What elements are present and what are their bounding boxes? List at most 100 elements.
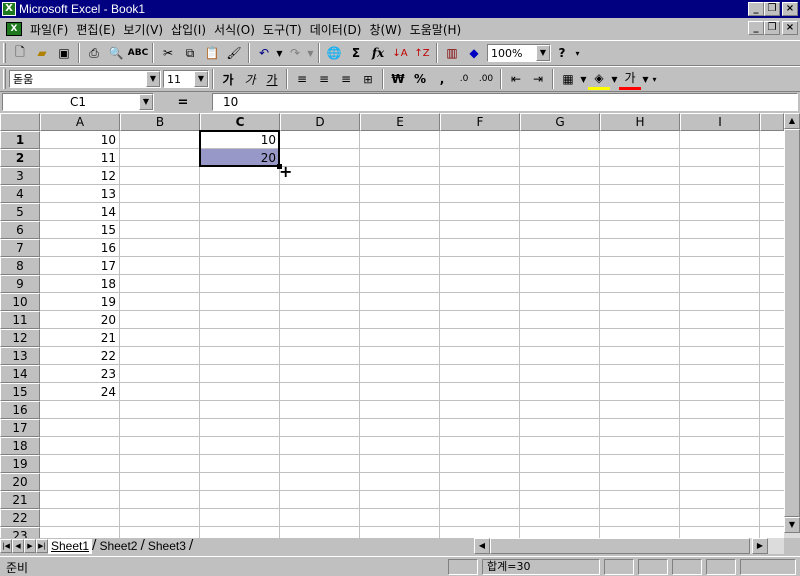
row-header-8[interactable]: 8 (0, 257, 40, 275)
menu-edit[interactable]: 편집(E) (72, 21, 119, 38)
row-header-18[interactable]: 18 (0, 437, 40, 455)
row-header-4[interactable]: 4 (0, 185, 40, 203)
cell-a13[interactable]: 22 (40, 347, 119, 365)
web-icon[interactable]: 🌐 (323, 42, 345, 64)
column-header-b[interactable]: B (120, 113, 200, 131)
help-icon[interactable]: ? (551, 42, 573, 64)
more-buttons-icon[interactable]: ▾ (650, 75, 659, 84)
underline-button[interactable]: 가 (261, 68, 283, 90)
row-header-12[interactable]: 12 (0, 329, 40, 347)
formula-input[interactable]: 10 (212, 93, 798, 111)
font-size-select[interactable]: 11 ▼ (163, 70, 209, 88)
font-name-select[interactable]: 돋움 ▼ (9, 70, 161, 88)
open-icon[interactable]: ▰ (31, 42, 53, 64)
align-center-icon[interactable]: ≡ (313, 68, 335, 90)
cell-a11[interactable]: 20 (40, 311, 119, 329)
row-header-16[interactable]: 16 (0, 401, 40, 419)
column-header-a[interactable]: A (40, 113, 120, 131)
chevron-down-icon[interactable]: ▼ (579, 75, 588, 84)
menu-format[interactable]: 서식(O) (210, 21, 259, 38)
function-icon[interactable]: fx (367, 42, 389, 64)
workbook-minimize-button[interactable]: _ (748, 21, 764, 35)
column-header-partial[interactable] (760, 113, 784, 131)
row-header-20[interactable]: 20 (0, 473, 40, 491)
cell-a15[interactable]: 24 (40, 383, 119, 401)
sheet-tab-3[interactable]: Sheet3 (145, 539, 189, 554)
row-header-22[interactable]: 22 (0, 509, 40, 527)
cell-a9[interactable]: 18 (40, 275, 119, 293)
cell-a12[interactable]: 21 (40, 329, 119, 347)
chevron-down-icon[interactable]: ▼ (146, 71, 160, 87)
workbook-close-button[interactable]: × (782, 21, 798, 35)
horizontal-scrollbar[interactable]: ◀ ▶ (474, 538, 784, 554)
worksheet-grid[interactable]: ABCDEFGHI 1 2 3 4 5 6 7 8 9 10 11 12 13 14 15 16 17 18 19 2… (0, 113, 784, 538)
scroll-right-icon[interactable]: ▶ (752, 538, 768, 554)
print-preview-icon[interactable]: 🔍 (105, 42, 127, 64)
row-header-5[interactable]: 5 (0, 203, 40, 221)
spelling-icon[interactable]: ABC (127, 42, 149, 64)
new-icon[interactable]: 🗋 (9, 42, 31, 64)
chevron-down-icon[interactable]: ▼ (610, 75, 619, 84)
column-header-g[interactable]: G (520, 113, 600, 131)
font-color-button[interactable]: 가 (619, 68, 641, 90)
zoom-select[interactable]: 100% ▼ (487, 44, 551, 62)
chevron-down-icon[interactable]: ▾ (573, 49, 582, 58)
map-icon[interactable]: ◆ (463, 42, 485, 64)
close-button[interactable]: × (782, 2, 798, 16)
undo-icon[interactable]: ↶ (253, 42, 275, 64)
chevron-down-icon[interactable]: ▼ (194, 71, 208, 87)
autosum-icon[interactable]: Σ (345, 42, 367, 64)
row-header-14[interactable]: 14 (0, 365, 40, 383)
chevron-down-icon[interactable]: ▼ (536, 45, 550, 61)
chart-wizard-icon[interactable]: ▥ (441, 42, 463, 64)
vertical-scrollbar[interactable]: ▲ ▼ (784, 113, 800, 538)
chevron-down-icon[interactable]: ▼ (641, 75, 650, 84)
row-header-10[interactable]: 10 (0, 293, 40, 311)
menu-insert[interactable]: 삽입(I) (167, 21, 210, 38)
toolbar-grip[interactable] (3, 43, 6, 63)
sheet-tab-1[interactable]: Sheet1 (48, 538, 93, 554)
chevron-down-icon[interactable]: ▼ (275, 49, 284, 58)
scroll-down-icon[interactable]: ▼ (784, 517, 800, 533)
workbook-restore-button[interactable]: ❐ (764, 21, 780, 35)
bold-button[interactable]: 가 (217, 68, 239, 90)
row-header-13[interactable]: 13 (0, 347, 40, 365)
column-header-e[interactable]: E (360, 113, 440, 131)
cell-a5[interactable]: 14 (40, 203, 119, 221)
sort-ascending-icon[interactable]: ↓A (389, 42, 411, 64)
vertical-scroll-thumb[interactable] (784, 129, 800, 517)
cell-a7[interactable]: 16 (40, 239, 119, 257)
row-header-19[interactable]: 19 (0, 455, 40, 473)
align-right-icon[interactable]: ≡ (335, 68, 357, 90)
decrease-decimal-icon[interactable]: .00 (475, 68, 497, 90)
comma-button[interactable]: , (431, 68, 453, 90)
cell-a8[interactable]: 17 (40, 257, 119, 275)
row-header-9[interactable]: 9 (0, 275, 40, 293)
chevron-down-icon[interactable]: ▼ (139, 94, 153, 110)
row-header-11[interactable]: 11 (0, 311, 40, 329)
prev-sheet-icon[interactable]: ◀ (12, 539, 24, 553)
print-icon[interactable]: ⎙ (83, 42, 105, 64)
sort-descending-icon[interactable]: ↑Z (411, 42, 433, 64)
cell-a14[interactable]: 23 (40, 365, 119, 383)
increase-indent-icon[interactable]: ⇥ (527, 68, 549, 90)
first-sheet-icon[interactable]: |◀ (0, 539, 12, 553)
paste-icon[interactable]: 📋 (201, 42, 223, 64)
row-header-23[interactable]: 23 (0, 527, 40, 538)
cell-a4[interactable]: 13 (40, 185, 119, 203)
column-header-h[interactable]: H (600, 113, 680, 131)
column-header-d[interactable]: D (280, 113, 360, 131)
column-header-c[interactable]: C (200, 113, 280, 131)
menu-help[interactable]: 도움말(H) (406, 21, 466, 38)
column-header-f[interactable]: F (440, 113, 520, 131)
row-header-2[interactable]: 2 (0, 149, 40, 167)
menu-window[interactable]: 창(W) (365, 21, 405, 38)
column-header-i[interactable]: I (680, 113, 760, 131)
next-sheet-icon[interactable]: ▶ (24, 539, 36, 553)
scroll-left-icon[interactable]: ◀ (474, 538, 490, 554)
cut-icon[interactable]: ✂ (157, 42, 179, 64)
align-left-icon[interactable]: ≡ (291, 68, 313, 90)
menu-file[interactable]: 파일(F) (26, 21, 72, 38)
row-header-15[interactable]: 15 (0, 383, 40, 401)
increase-decimal-icon[interactable]: .0 (453, 68, 475, 90)
